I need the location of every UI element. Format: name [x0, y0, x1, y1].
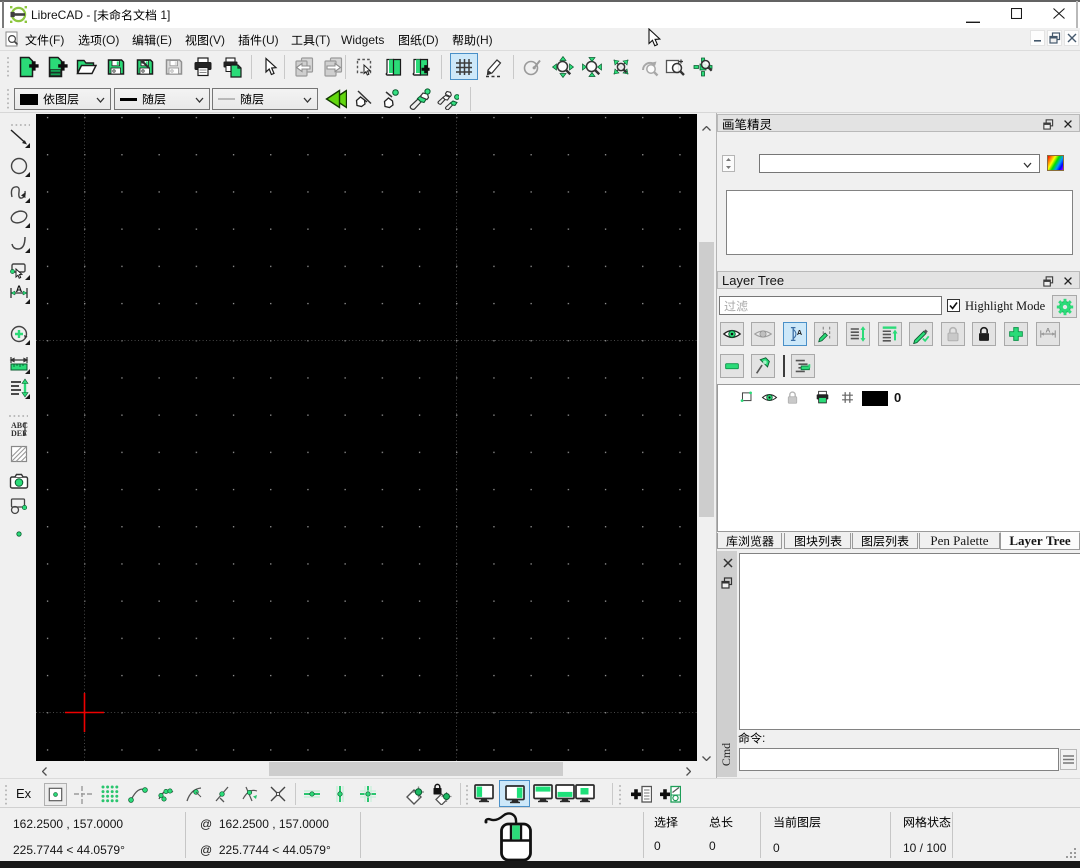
svg-text:A: A: [16, 284, 23, 294]
svg-text:A: A: [797, 328, 803, 337]
svg-text:A: A: [1046, 328, 1051, 335]
